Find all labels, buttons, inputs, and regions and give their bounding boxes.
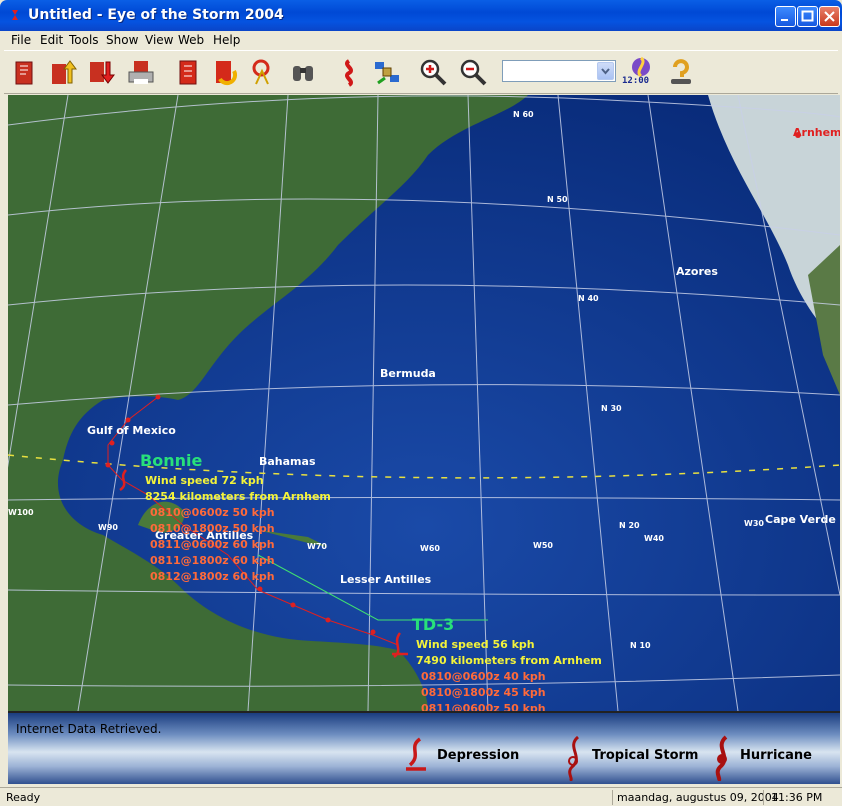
legend-tropical-storm: Tropical Storm (592, 748, 699, 763)
minimize-button[interactable] (775, 6, 796, 27)
satellite-icon[interactable] (372, 57, 402, 87)
grid-n60: N 60 (513, 110, 534, 119)
label-azores: Azores (676, 265, 718, 278)
toolbar (4, 50, 838, 94)
storm-select[interactable] (502, 60, 616, 82)
td3-wind: Wind speed 56 kph (416, 638, 535, 651)
binoculars-icon[interactable] (288, 57, 318, 87)
grid-w90: W90 (98, 523, 118, 532)
export-icon[interactable] (86, 57, 116, 87)
storm-name-bonnie[interactable]: Bonnie (140, 451, 202, 470)
grid-n30: N 30 (601, 404, 622, 413)
legend-panel: Internet Data Retrieved. Depression Trop… (8, 711, 840, 784)
storm-file-icon[interactable] (172, 57, 202, 87)
status-message: Internet Data Retrieved. (16, 722, 162, 736)
legend-hurricane: Hurricane (740, 748, 812, 763)
status-text: Ready (6, 791, 41, 804)
td3-forecast-1: 0810@0600z 40 kph (421, 670, 546, 683)
label-bermuda: Bermuda (380, 367, 436, 380)
bonnie-distance: 8254 kilometers from Arnhem (145, 490, 331, 503)
status-time: 11:36 PM (771, 791, 823, 804)
minimize-icon (781, 19, 788, 21)
status-date: maandag, augustus 09, 2004 (617, 791, 779, 804)
grid-n10: N 10 (630, 641, 651, 650)
grid-w60: W60 (420, 544, 440, 553)
grid-w30: W30 (744, 519, 764, 528)
zoom-in-icon[interactable] (418, 57, 448, 87)
label-bahamas: Bahamas (259, 455, 316, 468)
storm-name-td3[interactable]: TD-3 (412, 615, 454, 634)
window-title: Untitled - Eye of the Storm 2004 (28, 7, 284, 23)
status-separator (612, 790, 613, 805)
depression-icon (406, 737, 426, 771)
dropdown-button[interactable] (597, 62, 614, 80)
toolbar-clock: 12:00 (622, 76, 650, 86)
hurricane-icon[interactable] (334, 57, 364, 87)
label-gulf-of-mexico: Gulf of Mexico (87, 424, 176, 437)
grid-n20: N 20 (619, 521, 640, 530)
menu-web[interactable]: Web (178, 33, 204, 47)
grid-w70: W70 (307, 542, 327, 551)
refresh-icon[interactable] (210, 57, 240, 87)
help-icon[interactable] (666, 57, 696, 87)
label-arnhem: Arnhem (793, 126, 840, 139)
chevron-down-icon (601, 68, 610, 75)
grid-w40: W40 (644, 534, 664, 543)
distance-icon[interactable] (248, 57, 278, 87)
import-icon[interactable] (48, 57, 78, 87)
td3-forecast-3: 0811@0600z 50 kph (421, 702, 546, 711)
bonnie-forecast-1: 0810@0600z 50 kph (150, 506, 275, 519)
status-bar: Ready maandag, augustus 09, 2004 11:36 P… (0, 787, 842, 806)
bonnie-forecast-3: 0811@0600z 60 kph (150, 538, 275, 551)
grid-w100: W100 (8, 508, 34, 517)
zoom-out-icon[interactable] (458, 57, 488, 87)
bonnie-forecast-4: 0811@1800z 60 kph (150, 554, 275, 567)
td3-distance: 7490 kilometers from Arnhem (416, 654, 602, 667)
app-icon (12, 10, 18, 20)
title-bar[interactable]: Untitled - Eye of the Storm 2004 (0, 0, 842, 31)
close-icon (824, 11, 835, 22)
print-icon[interactable] (126, 57, 156, 87)
grid-w50: W50 (533, 541, 553, 550)
storm-map[interactable]: Azores Bermuda Gulf of Mexico Bahamas Gr… (8, 95, 840, 711)
menu-bar: File Edit Tools Show View Web Help (4, 31, 838, 50)
td3-forecast-2: 0810@1800z 45 kph (421, 686, 546, 699)
menu-view[interactable]: View (145, 33, 173, 47)
status-separator (763, 790, 764, 805)
grid-n50: N 50 (547, 195, 568, 204)
label-cape-verde: Cape Verde (765, 513, 836, 526)
hurricane-legend-icon (715, 735, 728, 781)
maximize-button[interactable] (797, 6, 818, 27)
open-storm-icon[interactable] (10, 57, 40, 87)
maximize-icon (801, 10, 814, 22)
app-window: Untitled - Eye of the Storm 2004 File Ed… (0, 0, 842, 806)
grid-n40: N 40 (578, 294, 599, 303)
close-button[interactable] (819, 6, 840, 27)
bonnie-wind: Wind speed 72 kph (145, 474, 264, 487)
label-lesser-antilles: Lesser Antilles (340, 573, 432, 586)
menu-file[interactable]: File (11, 33, 31, 47)
bonnie-forecast-2: 0810@1800z 50 kph (150, 522, 275, 535)
menu-edit[interactable]: Edit (40, 33, 63, 47)
bonnie-forecast-5: 0812@1800z 60 kph (150, 570, 275, 583)
menu-show[interactable]: Show (106, 33, 138, 47)
menu-help[interactable]: Help (213, 33, 240, 47)
tropical-storm-icon (568, 735, 580, 781)
legend-depression: Depression (437, 748, 520, 763)
menu-tools[interactable]: Tools (69, 33, 99, 47)
